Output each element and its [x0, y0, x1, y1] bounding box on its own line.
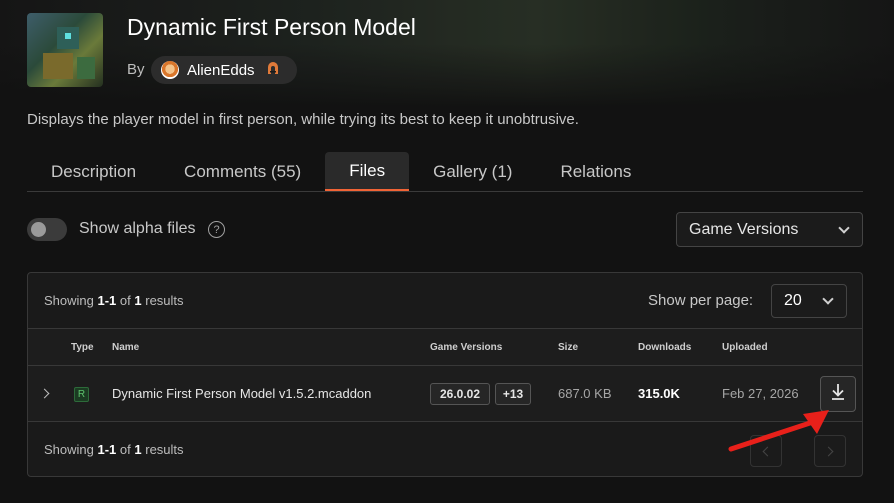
expand-chevron-icon[interactable]: [39, 388, 50, 399]
table-row[interactable]: R Dynamic First Person Model v1.5.2.mcad…: [28, 366, 862, 422]
tab-relations[interactable]: Relations: [536, 152, 655, 191]
download-button[interactable]: [820, 376, 856, 412]
game-versions-dropdown[interactable]: Game Versions: [676, 212, 863, 247]
tab-description[interactable]: Description: [27, 152, 160, 191]
chevron-left-icon: [762, 446, 773, 456]
file-size: 687.0 KB: [558, 386, 612, 401]
author-name: AlienEdds: [187, 61, 255, 79]
more-versions-chip[interactable]: +13: [495, 383, 531, 405]
prev-page-button[interactable]: [750, 435, 782, 467]
tab-gallery[interactable]: Gallery (1): [409, 152, 536, 191]
author-chip[interactable]: AlienEdds: [151, 56, 297, 84]
game-versions-label: Game Versions: [689, 220, 799, 238]
project-summary: Displays the player model in first perso…: [27, 111, 579, 128]
download-icon: [830, 383, 846, 406]
tab-comments[interactable]: Comments (55): [160, 152, 325, 191]
file-downloads: 315.0K: [638, 386, 680, 401]
author-badge-icon: [265, 60, 281, 80]
next-page-button[interactable]: [814, 435, 846, 467]
game-version-chip: 26.0.02: [430, 383, 490, 405]
tab-bar: Description Comments (55) Files Gallery …: [27, 152, 863, 192]
by-label: By: [127, 61, 145, 78]
alpha-files-label: Show alpha files: [79, 220, 196, 237]
col-downloads[interactable]: Downloads: [638, 342, 691, 353]
panel-header: Showing 1-1 of 1 results Show per page: …: [28, 273, 862, 329]
col-name[interactable]: Name: [112, 342, 139, 353]
toggle-knob: [31, 222, 46, 237]
project-thumbnail[interactable]: [27, 13, 103, 87]
results-count: Showing 1-1 of 1 results: [44, 293, 184, 308]
col-uploaded[interactable]: Uploaded: [722, 342, 768, 353]
results-count-footer: Showing 1-1 of 1 results: [44, 442, 184, 457]
chevron-down-icon: [838, 221, 850, 234]
author-avatar: [161, 61, 179, 79]
per-page-value: 20: [784, 292, 802, 309]
chevron-right-icon: [823, 446, 834, 456]
table-header: Type Name Game Versions Size Downloads U…: [28, 329, 862, 366]
release-type-badge: R: [74, 387, 89, 402]
per-page-dropdown[interactable]: 20: [771, 284, 847, 318]
chevron-down-icon: [822, 293, 834, 305]
col-type[interactable]: Type: [71, 342, 94, 353]
col-game-versions[interactable]: Game Versions: [430, 342, 502, 353]
alpha-files-toggle[interactable]: [27, 218, 67, 241]
file-uploaded: Feb 27, 2026: [722, 386, 799, 401]
help-icon[interactable]: ?: [208, 221, 225, 238]
per-page-label: Show per page:: [648, 292, 754, 309]
file-name[interactable]: Dynamic First Person Model v1.5.2.mcaddo…: [112, 386, 371, 401]
tab-files[interactable]: Files: [325, 152, 410, 191]
col-size[interactable]: Size: [558, 342, 578, 353]
files-panel: Showing 1-1 of 1 results Show per page: …: [27, 272, 863, 477]
project-title: Dynamic First Person Model: [127, 14, 416, 40]
